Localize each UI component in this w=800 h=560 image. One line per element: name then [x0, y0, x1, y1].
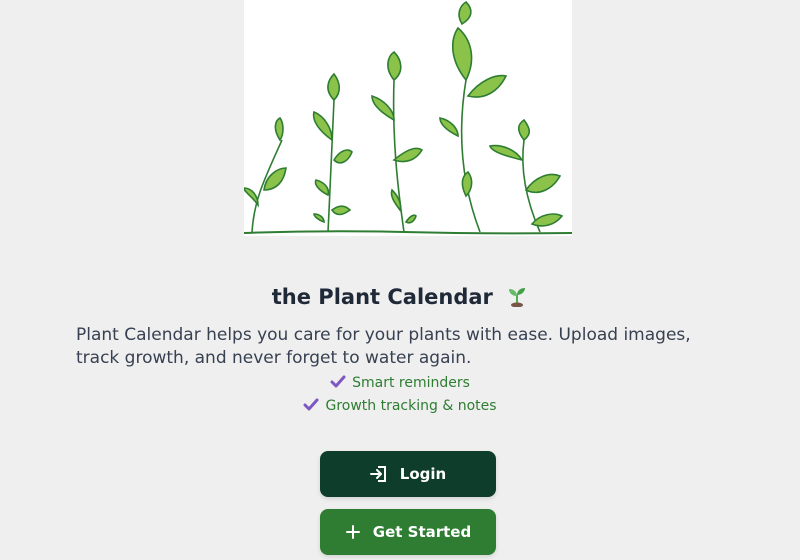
feature-label: Smart reminders: [352, 375, 470, 391]
plus-icon: [345, 524, 361, 540]
hero-illustration: [244, 0, 572, 236]
app-description: Plant Calendar helps you care for your p…: [76, 325, 691, 368]
check-icon: [303, 397, 319, 420]
get-started-button[interactable]: Get Started: [320, 509, 496, 555]
feature-label: Growth tracking & notes: [325, 398, 497, 414]
feature-list: Smart reminders Growth tracking & notes: [0, 372, 800, 418]
login-icon: [369, 465, 388, 483]
get-started-label: Get Started: [372, 523, 472, 541]
feature-item: Growth tracking & notes: [0, 395, 800, 418]
app-title: the Plant Calendar: [271, 285, 493, 309]
feature-item: Smart reminders: [0, 372, 800, 395]
seedling-icon: [506, 285, 528, 314]
page-title: the Plant Calendar: [0, 283, 800, 314]
login-label: Login: [399, 465, 447, 483]
login-button[interactable]: Login: [320, 451, 496, 497]
check-icon: [330, 374, 346, 397]
